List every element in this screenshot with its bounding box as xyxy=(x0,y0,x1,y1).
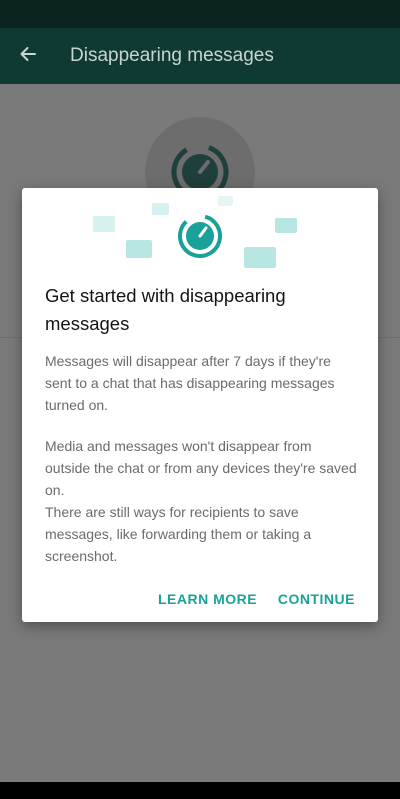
chat-bubble-icon xyxy=(152,203,169,215)
chat-bubble-icon xyxy=(126,240,152,258)
dialog-title: Get started with disappearing messages xyxy=(45,285,286,334)
navigation-bar xyxy=(0,782,400,799)
dialog-actions: LEARN MORE CONTINUE xyxy=(22,591,378,611)
dialog-paragraph: Messages will disappear after 7 days if … xyxy=(45,353,335,413)
continue-button[interactable]: CONTINUE xyxy=(278,591,355,607)
dialog-paragraph: Media and messages won't disappear from … xyxy=(45,438,357,498)
page-title: Disappearing messages xyxy=(70,45,274,66)
chat-bubble-icon xyxy=(244,247,276,268)
chat-bubble-icon xyxy=(93,216,115,232)
back-button[interactable] xyxy=(0,28,56,84)
learn-more-button[interactable]: LEARN MORE xyxy=(158,591,257,607)
dialog-paragraph: There are still ways for recipients to s… xyxy=(45,504,312,564)
dialog-illustration xyxy=(22,188,378,270)
status-bar xyxy=(0,0,400,28)
chat-bubble-icon xyxy=(275,218,297,233)
timer-icon xyxy=(176,212,224,265)
app-bar: Disappearing messages xyxy=(0,28,400,84)
chat-bubble-icon xyxy=(218,196,233,206)
disappearing-messages-dialog: Get started with disappearing messages M… xyxy=(22,188,378,622)
arrow-left-icon xyxy=(18,44,38,69)
